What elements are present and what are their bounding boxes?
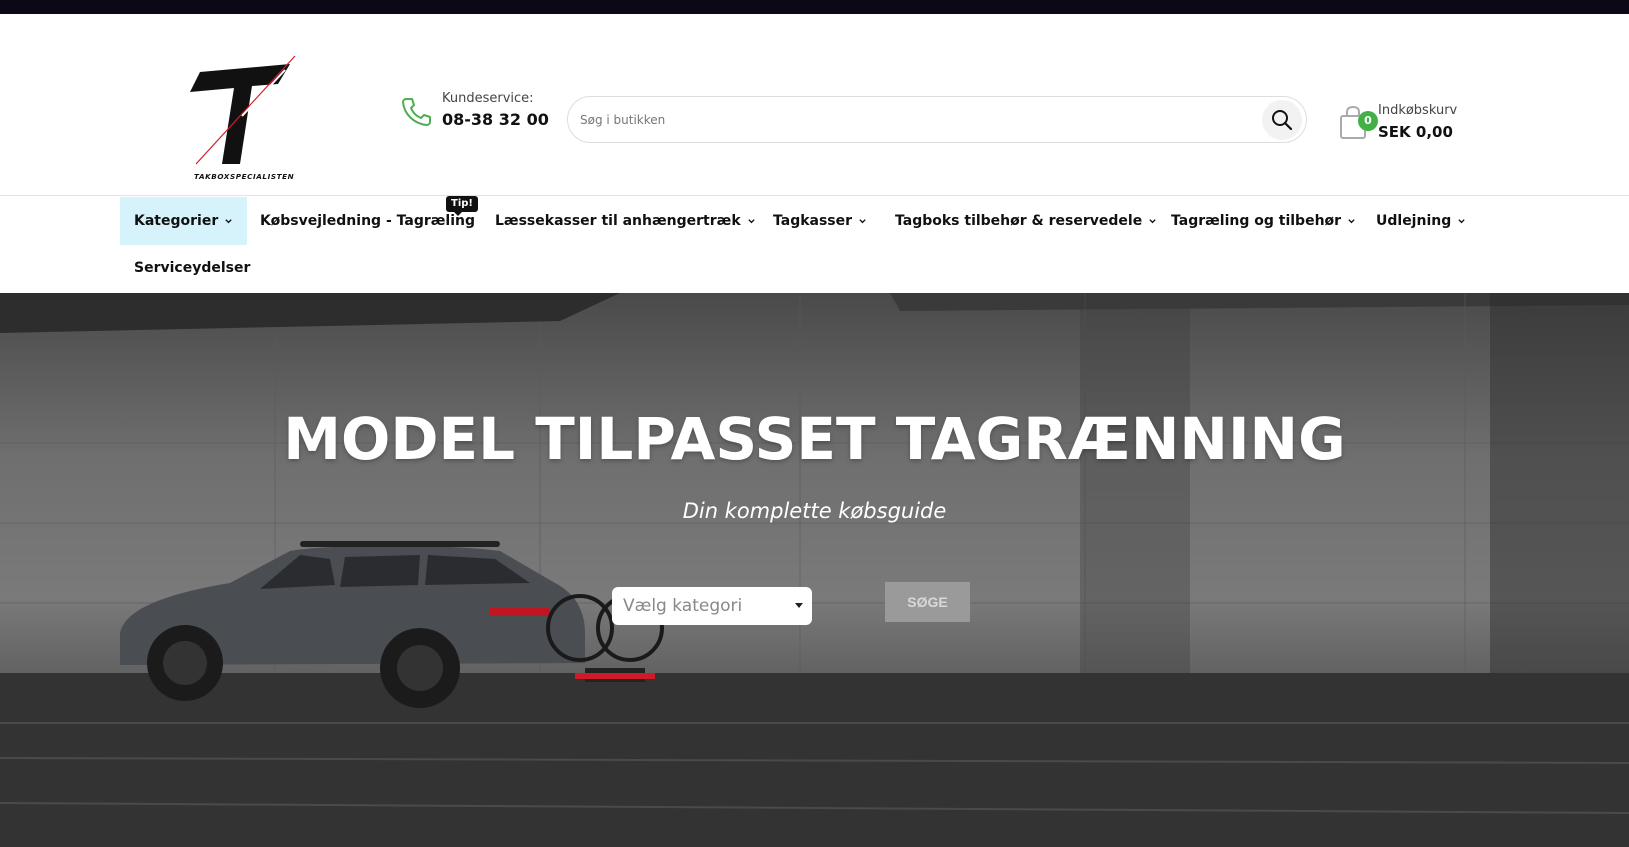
category-select-value: Vælg kategori (623, 596, 743, 616)
nav-item-label: Tagræling og tilbehør (1171, 213, 1342, 229)
cart[interactable]: 0 Indkøbskurv SEK 0,00 (1338, 102, 1457, 143)
phone-number[interactable]: 08-38 32 00 (442, 109, 549, 131)
hero-title: MODEL TILPASSET TAGRÆNNING (283, 405, 1346, 473)
tip-badge: Tip! (446, 196, 478, 216)
shopping-bag-icon: 0 (1338, 105, 1378, 141)
chevron-down-icon (1458, 218, 1465, 223)
nav-item-tagkasser[interactable]: Tagkasser (773, 197, 867, 245)
chevron-down-icon (225, 218, 232, 223)
hero-subtitle: Din komplette købsguide (682, 499, 947, 523)
top-bar (0, 0, 1629, 14)
search-input[interactable] (568, 97, 1262, 142)
caret-down-icon (795, 603, 803, 608)
chevron-down-icon (1149, 218, 1156, 223)
nav-item-laessekasser[interactable]: Læssekasser til anhængertræk (495, 197, 756, 245)
hero-search-button[interactable]: SØGE (885, 582, 970, 622)
nav-item-label: Læssekasser til anhængertræk (495, 213, 741, 229)
chevron-down-icon (859, 218, 866, 223)
search-icon (1272, 109, 1293, 130)
logo-text: TAKBOXSPECIALISTEN (194, 172, 294, 181)
customer-service[interactable]: Kundeservice: 08-38 32 00 (400, 90, 549, 131)
search-button[interactable] (1262, 99, 1302, 140)
logo-mark-icon: TAKBOXSPECIALISTEN (190, 55, 296, 181)
chevron-down-icon (1348, 218, 1355, 223)
hero-banner: MODEL TILPASSET TAGRÆNNING Din komplette… (0, 293, 1629, 847)
cart-total: SEK 0,00 (1378, 123, 1453, 141)
category-select[interactable]: Vælg kategori (612, 587, 812, 625)
hero-background-image (0, 293, 1629, 847)
main-navigation: Kategorier Købsvejledning - Tagræling Ti… (0, 196, 1629, 293)
search-bar (567, 96, 1307, 143)
nav-item-tagraeling[interactable]: Tagræling og tilbehør (1171, 197, 1356, 245)
nav-item-label: Købsvejledning - Tagræling (260, 213, 475, 229)
nav-item-udlejning[interactable]: Udlejning (1376, 197, 1466, 245)
nav-item-kategorier[interactable]: Kategorier (120, 197, 248, 245)
cart-label: Indkøbskurv (1378, 103, 1458, 118)
nav-item-kobsvejledning[interactable]: Købsvejledning - Tagræling (260, 197, 475, 245)
site-header: TAKBOXSPECIALISTEN Kundeservice: 08-38 3… (0, 14, 1629, 196)
nav-item-label: Serviceydelser (134, 260, 251, 276)
nav-item-label: Udlejning (1376, 213, 1452, 229)
nav-item-serviceydelser[interactable]: Serviceydelser (134, 244, 250, 292)
customer-service-label: Kundeservice: (442, 91, 534, 106)
nav-item-label: Kategorier (134, 213, 219, 229)
nav-item-label: Tagkasser (773, 213, 853, 229)
nav-item-tagboks-tilbehor[interactable]: Tagboks tilbehør & reservedele (895, 197, 1157, 245)
phone-icon (402, 97, 431, 126)
nav-item-label: Tagboks tilbehør & reservedele (895, 213, 1143, 229)
chevron-down-icon (747, 218, 755, 223)
site-logo[interactable]: TAKBOXSPECIALISTEN (190, 44, 305, 184)
cart-count-badge: 0 (1358, 110, 1378, 131)
